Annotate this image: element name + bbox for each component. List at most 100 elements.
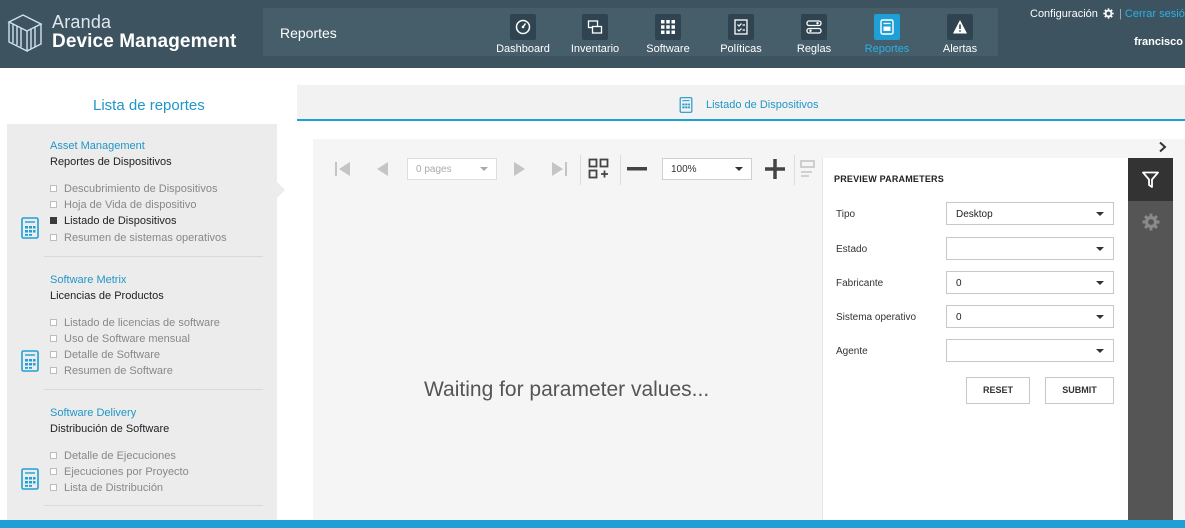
selection-pointer	[277, 182, 285, 198]
chevron-down-icon	[735, 167, 743, 171]
param-label: Fabricante	[836, 278, 884, 289]
nav-politicas[interactable]: Políticas	[718, 14, 764, 58]
aranda-logo-icon	[7, 14, 43, 53]
report-item[interactable]: Ejecuciones por Proyecto	[50, 466, 189, 478]
waiting-message: Waiting for parameter values...	[424, 378, 710, 401]
report-sheet-icon	[21, 217, 39, 239]
bottom-accent-bar	[0, 520, 1185, 528]
multipage-icon[interactable]	[588, 158, 610, 180]
group-name[interactable]: Licencias de Productos	[50, 290, 164, 302]
report-item[interactable]: Detalle de Ejecuciones	[50, 450, 176, 462]
param-label: Tipo	[836, 209, 856, 220]
gear-icon[interactable]	[1103, 8, 1114, 22]
group-category[interactable]: Asset Management	[50, 140, 145, 152]
submit-button[interactable]: SUBMIT	[1045, 377, 1114, 404]
chevron-down-icon	[480, 167, 488, 171]
param-estado-select[interactable]	[946, 237, 1114, 260]
bullet-icon	[50, 484, 57, 491]
chevron-down-icon	[1096, 247, 1104, 251]
param-sistema-operativo-select[interactable]: 0	[946, 305, 1114, 328]
logout-link[interactable]: Cerrar sesión	[1125, 8, 1185, 20]
bullet-icon	[50, 201, 57, 208]
bullet-icon	[50, 217, 57, 224]
report-item[interactable]: Resumen de Software	[50, 365, 173, 377]
chevron-down-icon	[1096, 212, 1104, 216]
report-item[interactable]: Descubrimiento de Dispositivos	[50, 183, 217, 195]
nav-reportes[interactable]: Reportes	[864, 14, 910, 58]
chevron-down-icon	[1096, 349, 1104, 353]
nav-alertas[interactable]: Alertas	[940, 14, 980, 58]
toolbar-separator	[620, 155, 621, 185]
report-item[interactable]: Listado de licencias de software	[50, 317, 220, 329]
param-label: Estado	[836, 244, 868, 255]
param-label: Agente	[836, 346, 868, 357]
app-header: Aranda Device Management Reportes Dashbo…	[0, 0, 1185, 68]
report-item[interactable]: Uso de Software mensual	[50, 333, 190, 345]
gauge-icon	[510, 14, 536, 40]
nav-label: Reglas	[796, 43, 832, 55]
report-tab-bar: Listado de Dispositivos	[297, 85, 1185, 121]
group-name[interactable]: Reportes de Dispositivos	[50, 156, 172, 168]
bullet-icon	[50, 234, 57, 241]
highlight-fields-icon[interactable]	[800, 159, 822, 179]
param-tipo-select[interactable]: Desktop	[946, 202, 1114, 225]
filter-icon	[1142, 171, 1159, 188]
param-value: 0	[956, 278, 962, 289]
reset-button[interactable]: RESET	[966, 377, 1030, 404]
bullet-icon	[50, 367, 57, 374]
chevron-down-icon	[1096, 281, 1104, 285]
page-select[interactable]: 0 pages	[407, 158, 497, 180]
param-value: Desktop	[956, 209, 993, 220]
zoom-in-icon[interactable]	[765, 159, 785, 179]
header-links: Configuración | Cerrar sesión	[1030, 8, 1185, 22]
zoom-value: 100%	[671, 164, 697, 175]
report-item[interactable]: Hoja de Vida de dispositivo	[50, 199, 197, 211]
tab-report-title[interactable]: Listado de Dispositivos	[706, 99, 819, 111]
nav-label: Software	[646, 43, 690, 55]
group-divider	[44, 505, 263, 506]
param-label: Sistema operativo	[836, 312, 917, 323]
nav-label: Dashboard	[496, 43, 550, 55]
brand-name: Aranda	[52, 12, 112, 32]
rules-icon	[801, 14, 827, 40]
report-item[interactable]: Resumen de sistemas operativos	[50, 232, 227, 244]
nav-inventario[interactable]: Inventario	[568, 14, 622, 58]
group-category[interactable]: Software Delivery	[50, 407, 136, 419]
report-list-panel: Asset Management Reportes de Dispositivo…	[7, 124, 277, 528]
bullet-icon	[50, 452, 57, 459]
nav-dashboard[interactable]: Dashboard	[495, 14, 551, 58]
last-page-icon[interactable]	[550, 161, 568, 177]
prev-page-icon[interactable]	[375, 161, 389, 177]
param-agente-select[interactable]	[946, 339, 1114, 362]
page-select-value: 0 pages	[416, 164, 452, 175]
report-item[interactable]: Detalle de Software	[50, 349, 160, 361]
report-sheet-icon	[21, 350, 39, 372]
chevron-right-icon[interactable]	[1158, 141, 1168, 153]
zoom-out-icon[interactable]	[627, 166, 647, 172]
config-link[interactable]: Configuración	[1030, 8, 1098, 20]
first-page-icon[interactable]	[334, 161, 352, 177]
gear-icon[interactable]	[1142, 213, 1160, 231]
zoom-select[interactable]: 100%	[662, 158, 752, 180]
alert-icon	[947, 14, 973, 40]
group-name[interactable]: Distribución de Software	[50, 423, 169, 435]
report-item[interactable]: Lista de Distribución	[50, 482, 163, 494]
group-divider	[44, 389, 263, 390]
bullet-icon	[50, 335, 57, 342]
report-item-selected[interactable]: Listado de Dispositivos	[50, 215, 177, 227]
bullet-icon	[50, 468, 57, 475]
group-category[interactable]: Software Metrix	[50, 274, 126, 286]
nav-label: Alertas	[942, 43, 978, 55]
nav-label: Reportes	[864, 43, 910, 55]
param-fabricante-select[interactable]: 0	[946, 271, 1114, 294]
group-divider	[44, 256, 263, 257]
nav-reglas[interactable]: Reglas	[796, 14, 832, 58]
user-name[interactable]: francisco	[1134, 36, 1183, 48]
nav-software[interactable]: Software	[644, 14, 692, 58]
report-icon	[874, 14, 900, 40]
grid-icon	[655, 14, 681, 40]
checklist-icon	[728, 14, 754, 40]
next-page-icon[interactable]	[513, 161, 527, 177]
tab-parameters[interactable]	[1128, 158, 1173, 201]
toolbar-separator	[580, 155, 581, 185]
